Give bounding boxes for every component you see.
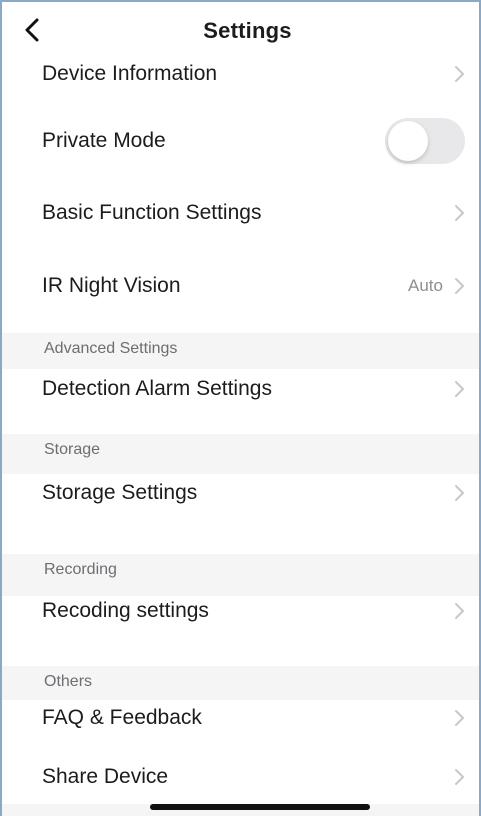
home-indicator[interactable] — [150, 804, 370, 810]
header-bar: Settings — [2, 2, 479, 46]
row-device-information[interactable]: Device Information — [2, 52, 479, 96]
chevron-right-icon — [455, 381, 464, 397]
section-title: Others — [44, 673, 93, 690]
toggle-knob — [388, 121, 428, 161]
row-label: Share Device — [42, 765, 169, 788]
page-title: Settings — [203, 18, 292, 43]
ir-night-vision-value: Auto — [408, 276, 443, 295]
chevron-right-icon — [455, 278, 464, 294]
section-header-advanced: Advanced Settings — [2, 333, 479, 369]
section-title: Storage — [44, 441, 101, 458]
row-private-mode: Private Mode — [2, 116, 479, 166]
row-label: Recoding settings — [42, 599, 209, 622]
chevron-right-icon — [455, 710, 464, 726]
row-label: Basic Function Settings — [42, 201, 262, 224]
section-title: Advanced Settings — [44, 340, 178, 357]
settings-screen: Settings Device Information Private Mode… — [0, 0, 481, 816]
row-label: IR Night Vision — [42, 274, 181, 297]
row-label: Detection Alarm Settings — [42, 377, 272, 400]
chevron-right-icon — [455, 485, 464, 501]
row-label: Private Mode — [42, 129, 166, 152]
row-detection-alarm-settings[interactable]: Detection Alarm Settings — [2, 366, 479, 412]
row-storage-settings[interactable]: Storage Settings — [2, 470, 479, 516]
row-ir-night-vision[interactable]: IR Night Vision Auto — [2, 263, 479, 309]
row-recoding-settings[interactable]: Recoding settings — [2, 588, 479, 634]
section-title: Recording — [44, 561, 117, 578]
row-basic-function-settings[interactable]: Basic Function Settings — [2, 190, 479, 236]
section-header-storage: Storage — [2, 434, 479, 474]
row-label: FAQ & Feedback — [42, 706, 202, 729]
chevron-right-icon — [455, 603, 464, 619]
row-label: Device Information — [42, 62, 218, 85]
row-faq-feedback[interactable]: FAQ & Feedback — [2, 695, 479, 741]
row-label: Storage Settings — [42, 481, 198, 504]
private-mode-toggle[interactable] — [385, 118, 465, 164]
chevron-right-icon — [455, 66, 464, 82]
chevron-right-icon — [455, 769, 464, 785]
chevron-right-icon — [455, 205, 464, 221]
row-share-device[interactable]: Share Device — [2, 754, 479, 800]
